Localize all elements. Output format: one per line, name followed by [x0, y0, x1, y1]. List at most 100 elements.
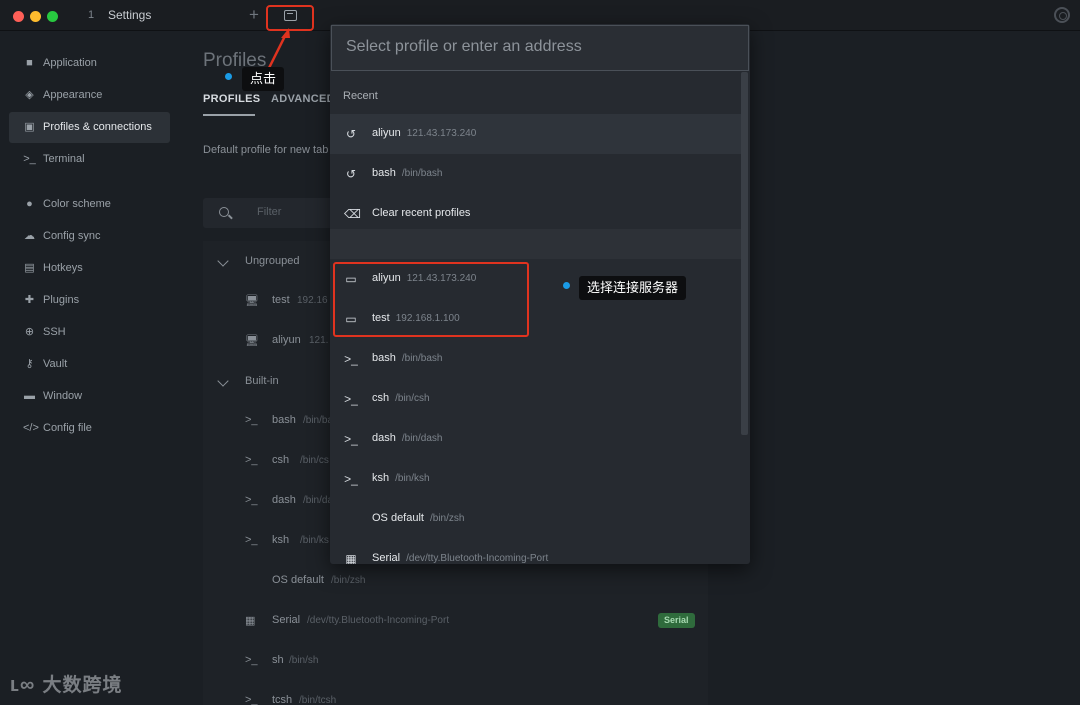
sidebar-item-color-scheme[interactable]: ● Color scheme — [9, 189, 170, 220]
tab-advanced[interactable]: ADVANCED — [271, 93, 335, 105]
profile-item-ksh[interactable]: >_ ksh/bin/ksh — [330, 459, 741, 499]
watermark-logo: ʟ∞ 大数跨境 — [10, 670, 122, 697]
new-tab-button[interactable]: + — [249, 5, 259, 25]
gear-icon[interactable] — [1054, 7, 1070, 23]
sidebar-item-plugins[interactable]: ✚ Plugins — [9, 285, 170, 316]
sidebar-item-config-sync[interactable]: ☁ Config sync — [9, 221, 170, 252]
tab-title: Settings — [108, 8, 152, 22]
sidebar-item-label: Config file — [43, 422, 92, 434]
profile-bash[interactable]: bash — [272, 414, 296, 426]
serial-badge: Serial — [658, 613, 695, 628]
profile-csh[interactable]: csh — [272, 454, 289, 466]
key-icon: ⚷ — [25, 358, 34, 370]
dd-item-detail: /bin/bash — [401, 353, 443, 364]
dd-item-name: Serial — [372, 552, 401, 564]
sidebar-item-terminal[interactable]: >_ Terminal — [9, 144, 170, 175]
puzzle-icon: ✚ — [24, 294, 35, 306]
profile-tcsh[interactable]: tcsh — [272, 694, 292, 705]
sidebar-item-window[interactable]: ▬ Window — [9, 381, 170, 412]
profile-address-placeholder: Select profile or enter an address — [346, 38, 582, 55]
profile-item-bash[interactable]: >_ bash/bin/bash — [330, 339, 741, 379]
server-selection-highlight — [333, 262, 529, 337]
dd-item-detail: /bin/dash — [401, 433, 443, 444]
profile-detail: 192.16 — [297, 295, 328, 306]
eraser-icon: ⌫ — [344, 207, 361, 221]
group-built-in[interactable]: Built-in — [245, 375, 279, 387]
sidebar-item-vault[interactable]: ⚷ Vault — [9, 349, 170, 380]
clear-recent-label: Clear recent profiles — [372, 207, 471, 219]
history-icon: ↺ — [345, 167, 357, 181]
profile-detail: /bin/da — [303, 495, 334, 506]
sidebar-item-application[interactable]: ■ Application — [9, 48, 170, 79]
profile-item-os-default[interactable]: OS default/bin/zsh — [330, 499, 741, 539]
chip-icon: ▦ — [245, 615, 256, 627]
profile-detail: /bin/sh — [289, 655, 319, 666]
sidebar-item-label: Window — [43, 390, 83, 402]
dd-item-detail: /bin/csh — [395, 393, 430, 404]
dd-item-detail: /bin/bash — [401, 168, 443, 179]
dd-item-text: Serial/dev/tty.Bluetooth-Incoming-Port — [372, 552, 548, 564]
profile-aliyun[interactable]: aliyun — [272, 334, 301, 346]
profile-dash[interactable]: dash — [272, 494, 296, 506]
palette-icon: ● — [26, 198, 33, 210]
keyboard-icon: ▤ — [24, 262, 35, 274]
sidebar-item-hotkeys[interactable]: ▤ Hotkeys — [9, 253, 170, 284]
dd-item-text: aliyun 121.43.173.240 — [372, 127, 476, 139]
dd-item-detail: /bin/zsh — [429, 513, 465, 524]
sidebar-item-appearance[interactable]: ◈ Appearance — [9, 80, 170, 111]
dd-item-name: aliyun — [372, 127, 401, 139]
sidebar-item-config-file[interactable]: </> Config file — [9, 413, 170, 444]
dd-item-detail: /dev/tty.Bluetooth-Incoming-Port — [406, 553, 549, 564]
terminal-icon: >_ — [245, 534, 258, 546]
dd-item-text: OS default/bin/zsh — [372, 512, 464, 524]
dd-item-detail: /bin/ksh — [395, 473, 430, 484]
dd-item-text: dash/bin/dash — [372, 432, 442, 444]
tab-number: 1 — [88, 9, 95, 21]
profile-serial[interactable]: Serial — [272, 614, 300, 626]
code-icon: </> — [23, 422, 39, 434]
dropdown-scrollbar[interactable] — [741, 72, 748, 435]
profile-detail: /dev/tty.Bluetooth-Incoming-Port — [307, 615, 450, 626]
profile-test[interactable]: test — [272, 294, 290, 306]
chevron-down-icon[interactable] — [217, 375, 229, 387]
active-tab-indicator — [203, 114, 255, 116]
sidebar-item-profiles[interactable]: ▣ Profiles & connections — [9, 112, 170, 143]
filter-placeholder: Filter — [257, 206, 282, 218]
terminal-icon: >_ — [23, 153, 36, 165]
group-ungrouped[interactable]: Ungrouped — [245, 255, 299, 267]
recent-item-bash[interactable]: ↺ bash/bin/bash — [330, 154, 741, 194]
dd-item-detail: 121.43.173.240 — [406, 128, 477, 139]
profile-detail: 121. — [309, 335, 329, 346]
profile-detail: /bin/zsh — [331, 575, 366, 586]
tab-profiles[interactable]: PROFILES — [203, 93, 260, 105]
clear-recent-profiles-button[interactable]: ⌫ Clear recent profiles — [330, 194, 741, 234]
annotation-dot — [563, 282, 570, 289]
dd-item-text: ksh/bin/ksh — [372, 472, 430, 484]
search-icon — [219, 207, 229, 217]
profile-item-dash[interactable]: >_ dash/bin/dash — [330, 419, 741, 459]
recent-section-header: Recent — [343, 90, 378, 102]
profile-item-serial[interactable]: ▦ Serial/dev/tty.Bluetooth-Incoming-Port — [330, 539, 741, 564]
profile-address-input[interactable]: Select profile or enter an address — [331, 25, 749, 71]
tab-settings[interactable]: 1 Settings — [0, 0, 236, 31]
annotation-dot — [225, 73, 232, 80]
window-icon: ▬ — [24, 390, 35, 402]
default-profile-label: Default profile for new tab — [203, 144, 329, 156]
profile-os-default[interactable]: OS default — [272, 574, 324, 586]
annotation-click-label: 点击 — [242, 67, 285, 91]
recent-item-aliyun[interactable]: ↺ aliyun 121.43.173.240 — [330, 114, 741, 154]
terminal-icon: >_ — [245, 694, 258, 705]
new-window-icon[interactable] — [284, 10, 297, 21]
profile-sh[interactable]: sh — [272, 654, 284, 666]
settings-sidebar: ■ Application ◈ Appearance ▣ Profiles & … — [0, 31, 186, 705]
profile-item-csh[interactable]: >_ csh/bin/csh — [330, 379, 741, 419]
profile-detail: /bin/cs — [300, 455, 329, 466]
profile-detail: /bin/tcsh — [299, 695, 337, 705]
chevron-down-icon[interactable] — [217, 255, 229, 267]
sidebar-item-label: Profiles & connections — [43, 121, 152, 133]
sidebar-item-label: Terminal — [43, 153, 85, 165]
terminal-icon: >_ — [245, 454, 258, 466]
history-icon: ↺ — [345, 127, 357, 141]
sidebar-item-ssh[interactable]: ⊕ SSH — [9, 317, 170, 348]
profile-ksh[interactable]: ksh — [272, 534, 289, 546]
